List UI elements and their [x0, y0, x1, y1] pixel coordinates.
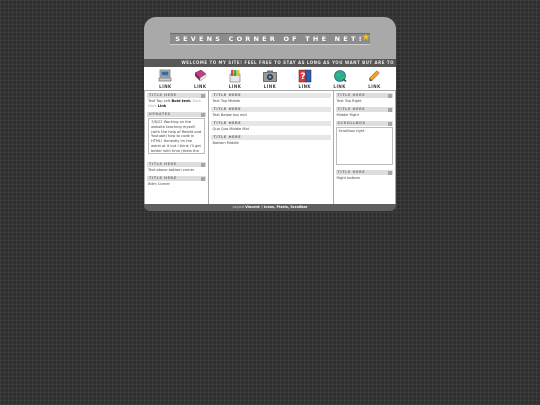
box-title-text: SCROLLBOX	[337, 121, 366, 125]
left-column: TITLE HERE Text Top Left Bold text. Dark…	[145, 91, 210, 204]
nav-label: LINK	[263, 84, 277, 89]
expand-icon[interactable]	[201, 93, 206, 98]
box-title-text: UPDATES	[149, 112, 171, 116]
top-left-muted: Dark	[192, 99, 202, 103]
scrollbox-title: SCROLLBOX	[335, 121, 393, 126]
top-left-plain: Text Top Left	[148, 99, 171, 103]
nav-label: LINK	[194, 84, 207, 89]
site-header: ★ SEVENS CORNER OF THE NET! ★	[144, 17, 396, 59]
welcome-marquee: WELCOME TO MY SITE! FEEL FREE TO STAY AS…	[144, 59, 396, 67]
box-title-text: TITLE HERE	[149, 93, 177, 97]
box-title-text: TITLE HERE	[337, 170, 366, 174]
nav-label: LINK	[228, 84, 242, 89]
help-icon: ?	[298, 69, 312, 83]
right-scrollbox[interactable]: Scrollbox right	[335, 127, 393, 165]
middle-column: TITLE HERE Text Top Middle TITLE HERE Te…	[209, 91, 334, 204]
middle-text: Text Below top mid	[212, 113, 247, 117]
corner-text: Bttm Corner	[148, 182, 171, 186]
right-text: Middle Right	[336, 113, 359, 117]
box-title-text: TITLE HERE	[337, 93, 366, 97]
scrollbox-text: Scrollbox right	[338, 129, 365, 133]
nav-label: LINK	[159, 84, 172, 89]
expand-icon[interactable]	[201, 112, 206, 117]
expand-icon[interactable]	[388, 93, 392, 98]
updates-scrollbox[interactable]: 7/8/22 Working on the website teaching m…	[148, 118, 206, 154]
nav-label: LINK	[298, 84, 312, 89]
nav-link-globe[interactable]: LINK	[328, 69, 352, 90]
nav-link-paint[interactable]: LINK	[223, 69, 247, 90]
footer-prefix: Layout	[232, 205, 245, 209]
expand-icon[interactable]	[201, 162, 206, 167]
expand-icon[interactable]	[388, 170, 392, 175]
bottom-left-text: Text above bottom corner	[148, 168, 195, 172]
site-title: SEVENS CORNER OF THE NET!	[170, 33, 370, 45]
svg-text:?: ?	[300, 72, 305, 82]
right-column: TITLE HERE Text Top Right TITLE HERE Mid…	[334, 91, 396, 204]
top-left-muted-2: Dark	[148, 104, 157, 108]
pencil-icon	[369, 70, 381, 82]
middle-text: Bottom Middle	[212, 141, 239, 145]
right-text: Text Top Right	[336, 99, 362, 103]
box-title-text: TITLE HERE	[337, 107, 366, 111]
computer-icon	[159, 69, 172, 82]
page-layout: ★ SEVENS CORNER OF THE NET! ★ WELCOME TO…	[144, 17, 396, 211]
box-title: TITLE HERE	[335, 107, 393, 112]
camera-icon	[263, 70, 277, 82]
nav-link-book[interactable]: LINK	[188, 69, 212, 90]
top-left-link[interactable]: Link	[158, 104, 166, 108]
expand-icon[interactable]	[201, 176, 206, 181]
middle-text: Quo Quo Middle Mid	[212, 127, 249, 131]
box-title: TITLE HERE	[335, 170, 393, 175]
nav-link-pencil[interactable]: LINK	[362, 69, 386, 90]
top-left-text: Text Top Left Bold text. Dark Dark Link	[145, 98, 208, 110]
box-title-text: TITLE HERE	[149, 162, 177, 166]
box-title: TITLE HERE	[335, 93, 393, 98]
nav-link-camera[interactable]: LINK	[258, 69, 282, 90]
box-title: TITLE HERE	[147, 93, 207, 98]
box-title-text: TITLE HERE	[149, 176, 177, 180]
nav-label: LINK	[368, 84, 381, 89]
footer-credits-link[interactable]: Icons, Pixels, Scrollbar	[264, 205, 307, 209]
icon-navbar: LINK LINK LINK LINK ? LINK LINK LINK	[144, 67, 396, 91]
star-icon: ★	[361, 33, 370, 43]
book-icon	[194, 69, 207, 82]
updates-text: 7/8/22 Working on the website teaching m…	[151, 120, 202, 153]
nav-link-help[interactable]: ? LINK	[293, 69, 317, 90]
footer-author-link[interactable]: Vincent	[245, 205, 260, 209]
content-area: TITLE HERE Text Top Left Bold text. Dark…	[144, 91, 396, 204]
box-title: TITLE HERE	[147, 176, 207, 181]
top-left-bold: Bold text.	[171, 99, 192, 103]
expand-icon[interactable]	[388, 121, 392, 126]
site-footer: Layout Vincent // Icons, Pixels, Scrollb…	[144, 204, 396, 211]
box-title: TITLE HERE	[147, 162, 207, 167]
nav-label: LINK	[333, 84, 346, 89]
updates-title: UPDATES	[147, 112, 207, 117]
middle-text: Text Top Middle	[212, 99, 240, 103]
globe-icon	[333, 70, 347, 82]
expand-icon[interactable]	[388, 107, 392, 112]
paint-icon	[229, 70, 241, 83]
right-text: Right bottom	[336, 176, 361, 180]
nav-link-computer[interactable]: LINK	[153, 69, 177, 90]
